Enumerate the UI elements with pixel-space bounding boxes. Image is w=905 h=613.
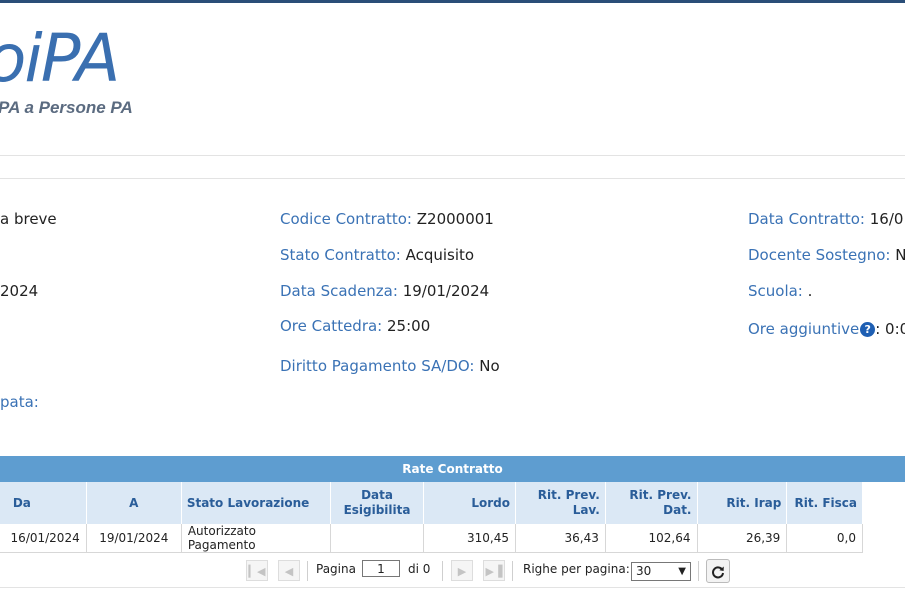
stato-contratto-value: Acquisito <box>405 246 475 264</box>
data-contratto-label: Data Contratto: <box>748 210 865 228</box>
cell-irap: 26,39 <box>697 524 788 553</box>
column-header-data-esigibilita[interactable]: Data Esigibilita <box>330 482 425 524</box>
diritto-pagamento-field: Diritto Pagamento SA/DO: No <box>280 357 500 375</box>
codice-contratto-field: Codice Contratto: Z2000001 <box>280 210 494 228</box>
ore-cattedra-value: 25:00 <box>387 317 431 335</box>
stato-contratto-label: Stato Contratto: <box>280 246 401 264</box>
rows-per-page-select[interactable]: 30 ▼ <box>631 562 691 581</box>
page-label: Pagina <box>316 562 356 576</box>
ore-aggiuntive-field: Ore aggiuntive?: 0:0 <box>748 320 905 338</box>
divider <box>698 561 699 581</box>
table-header-row: Da A Stato Lavorazione Data Esigibilita … <box>0 482 863 524</box>
top-bar <box>0 0 905 3</box>
chevron-down-icon: ▼ <box>678 566 686 577</box>
column-header-lordo[interactable]: Lordo <box>423 482 517 524</box>
first-page-icon[interactable]: ▎◀ <box>246 560 268 581</box>
cell-da: 16/01/2024 <box>0 524 87 553</box>
rows-per-page-value: 30 <box>636 564 652 578</box>
cell-lordo: 310,45 <box>423 524 517 553</box>
tipo-contratto-value: a breve <box>0 210 57 228</box>
column-header-rit-fisca[interactable]: Rit. Fisca <box>786 482 863 524</box>
table-row[interactable]: 16/01/2024 19/01/2024 Autorizzato Pagame… <box>0 524 863 553</box>
divider <box>0 587 905 588</box>
data-contratto-value: 16/01 <box>869 210 905 228</box>
cell-prev-dat: 102,64 <box>605 524 698 553</box>
data-scadenza-value: 19/01/2024 <box>402 282 490 300</box>
docente-sostegno-field: Docente Sostegno: N <box>748 246 905 264</box>
logo-tagline: PA a Persone PA <box>0 98 133 117</box>
cell-stato: Autorizzato Pagamento <box>181 524 331 553</box>
column-header-rit-prev-dat[interactable]: Rit. Prev. Dat. <box>605 482 698 524</box>
column-header-a[interactable]: A <box>86 482 182 524</box>
pager: ▎◀ ◀ Pagina 1 di 0 ▶ ▶▐ Righe per pagina… <box>0 555 905 587</box>
noipa-logo: oiPA <box>0 20 120 97</box>
codice-contratto-value: Z2000001 <box>416 210 494 228</box>
ore-cattedra-field: Ore Cattedra: 25:00 <box>280 317 430 335</box>
cell-esigibilita <box>330 524 425 553</box>
codice-contratto-label: Codice Contratto: <box>280 210 412 228</box>
page-number-input[interactable]: 1 <box>362 560 400 577</box>
divider <box>512 561 513 581</box>
ore-aggiuntive-label: Ore aggiuntive <box>748 320 860 338</box>
scuola-field: Scuola: . <box>748 282 812 300</box>
refresh-icon[interactable] <box>706 559 730 583</box>
data-scadenza-label: Data Scadenza: <box>280 282 398 300</box>
page-total-label: di 0 <box>408 562 431 576</box>
prev-page-icon[interactable]: ◀ <box>278 560 300 581</box>
diritto-pagamento-value: No <box>479 357 500 375</box>
diritto-pagamento-label: Diritto Pagamento SA/DO: <box>280 357 475 375</box>
ore-cattedra-label: Ore Cattedra: <box>280 317 383 335</box>
help-icon[interactable]: ? <box>860 322 876 337</box>
grid-title: Rate Contratto <box>0 456 905 482</box>
data-scadenza-field: Data Scadenza: 19/01/2024 <box>280 282 489 300</box>
data-inizio-value: 2024 <box>0 282 39 300</box>
cell-a: 19/01/2024 <box>86 524 182 553</box>
docente-sostegno-label: Docente Sostegno: <box>748 246 891 264</box>
rows-per-page-label: Righe per pagina: <box>523 562 630 576</box>
column-header-rit-prev-lav[interactable]: Rit. Prev. Lav. <box>515 482 606 524</box>
last-page-icon[interactable]: ▶▐ <box>483 560 505 581</box>
scuola-label: Scuola: <box>748 282 803 300</box>
divider <box>442 561 443 581</box>
scuola-value: . <box>807 282 813 300</box>
divider <box>0 155 905 156</box>
docente-sostegno-value: N <box>895 246 905 264</box>
rate-contratto-table: Da A Stato Lavorazione Data Esigibilita … <box>0 482 863 553</box>
divider <box>0 178 905 179</box>
column-header-stato-lavorazione[interactable]: Stato Lavorazione <box>181 482 331 524</box>
divider <box>307 561 308 581</box>
data-contratto-field: Data Contratto: 16/01 <box>748 210 905 228</box>
stato-contratto-field: Stato Contratto: Acquisito <box>280 246 474 264</box>
cell-fisca: 0,0 <box>786 524 863 553</box>
left-label-clipped: pata: <box>0 393 39 411</box>
column-header-rit-irap[interactable]: Rit. Irap <box>697 482 788 524</box>
next-page-icon[interactable]: ▶ <box>451 560 473 581</box>
ore-aggiuntive-value: : 0:0 <box>875 320 905 338</box>
cell-prev-lav: 36,43 <box>515 524 606 553</box>
column-header-da[interactable]: Da <box>0 482 87 524</box>
